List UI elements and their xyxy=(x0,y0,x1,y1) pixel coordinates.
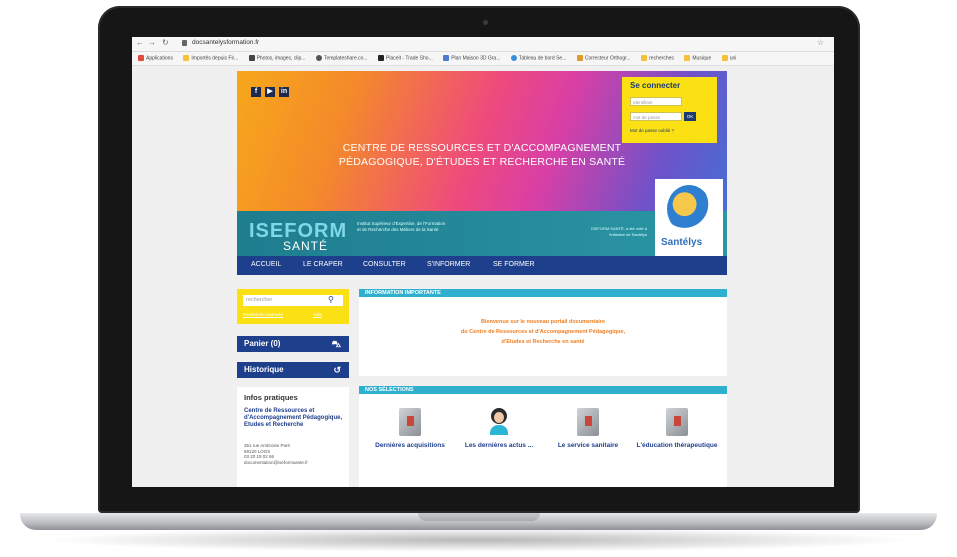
forward-icon[interactable]: → xyxy=(148,38,156,47)
username-field[interactable]: Identifiant xyxy=(630,97,682,106)
panel-heading: INFORMATION IMPORTANTE xyxy=(359,289,727,297)
bookmark-item[interactable]: Musique xyxy=(684,55,711,61)
panel-heading: NOS SÉLECTIONS xyxy=(359,386,727,394)
address: 351 rue Ambroise Paré 59120 LOOS 03 20 1… xyxy=(244,443,344,465)
bookmarks-bar: Applications Importés depuis Fir... Phot… xyxy=(132,52,834,66)
facebook-icon[interactable]: f xyxy=(251,87,261,97)
history-button[interactable]: Historique ↺ xyxy=(237,362,349,378)
selection-item[interactable]: Le service sanitaire xyxy=(543,408,633,450)
book-icon xyxy=(666,408,688,436)
laptop-notch xyxy=(418,513,540,521)
linkedin-icon[interactable]: in xyxy=(279,87,289,97)
person-icon xyxy=(488,408,510,436)
history-icon: ↺ xyxy=(333,365,341,375)
iseform-sante: SANTÉ xyxy=(283,239,329,253)
bookmark-item[interactable]: Tableau de bord Se... xyxy=(510,55,566,61)
forgot-password-link[interactable]: Mot de passe oublié ? xyxy=(630,128,690,134)
web-page: f ▶ in CENTRE DE RESSOURCES ET D'ACCOMPAGN… xyxy=(237,71,727,487)
bookmark-item[interactable]: Correcteur Orthogr... xyxy=(576,55,631,61)
bookmark-item[interactable]: uni xyxy=(721,55,736,61)
santelys-emblem-icon xyxy=(667,185,711,233)
partner-text: ISEFORM SANTÉ, a été créé à l'initiative… xyxy=(590,226,647,237)
search-icon[interactable]: ⚲ xyxy=(328,295,334,304)
menu-s-informer[interactable]: S'INFORMER xyxy=(427,261,470,268)
selection-item[interactable]: L'éducation thérapeutique xyxy=(632,408,722,450)
selections-panel: NOS SÉLECTIONS Dernières acquisitions Le… xyxy=(359,386,727,487)
left-sidebar: rechercher ⚲ Recherche avancée Aide Pani… xyxy=(237,289,349,487)
help-link[interactable]: Aide xyxy=(313,312,322,317)
bookmark-star-icon[interactable]: ☆ xyxy=(817,38,824,47)
reload-icon[interactable]: ↻ xyxy=(162,38,169,47)
social-links: f ▶ in xyxy=(251,80,293,98)
menu-accueil[interactable]: ACCUEIL xyxy=(251,261,281,268)
bookmark-item[interactable]: Plan Maison 3D Gra... xyxy=(443,55,500,61)
org-name: Centre de Ressources et d'Accompagnement… xyxy=(244,408,343,428)
bookmark-item[interactable]: recherches xyxy=(641,55,674,61)
screen: ← → ↻ docsantelysformation.fr ☆ Applicat… xyxy=(132,37,834,487)
welcome-message: Bienvenue sur le nouveau portail documen… xyxy=(460,319,626,345)
bookmark-item[interactable]: Applications xyxy=(138,55,173,61)
infos-title: Infos pratiques xyxy=(244,393,298,402)
email-link[interactable]: documentation@iseformsante.fr xyxy=(244,460,344,466)
cart-button[interactable]: Panier (0) ⛍ xyxy=(237,336,349,352)
login-title: Se connecter xyxy=(630,81,681,90)
important-info-panel: INFORMATION IMPORTANTE Bienvenue sur le … xyxy=(359,289,727,376)
bookmark-item[interactable]: Templateshare.co... xyxy=(315,55,368,61)
selection-item[interactable]: Les dernières actus ... xyxy=(454,408,544,450)
password-field[interactable]: mot de passe xyxy=(630,112,682,121)
book-icon xyxy=(399,408,421,436)
advanced-search-link[interactable]: Recherche avancée xyxy=(243,312,283,317)
url-field[interactable]: docsantelysformation.fr xyxy=(192,39,259,46)
basket-icon: ⛍ xyxy=(331,339,341,349)
hero-banner: f ▶ in CENTRE DE RESSOURCES ET D'ACCOMPAGN… xyxy=(237,71,727,256)
lock-icon xyxy=(182,40,187,46)
webcam xyxy=(483,20,488,25)
santelys-logo[interactable]: Santélys xyxy=(655,179,723,256)
bookmark-item[interactable]: Photos, images, clip... xyxy=(248,55,305,61)
book-icon xyxy=(577,408,599,436)
bookmark-item[interactable]: Placeit - Trade Sho... xyxy=(378,55,433,61)
search-box: rechercher ⚲ Recherche avancée Aide xyxy=(237,289,349,324)
laptop-shadow xyxy=(40,528,917,552)
youtube-icon[interactable]: ▶ xyxy=(265,87,275,97)
address-bar: ← → ↻ docsantelysformation.fr ☆ xyxy=(132,37,834,52)
menu-consulter[interactable]: CONSULTER xyxy=(363,261,406,268)
main-menu: ACCUEIL LE CRAPER CONSULTER S'INFORMER S… xyxy=(237,256,727,275)
menu-se-former[interactable]: SE FORMER xyxy=(493,261,535,268)
login-ok-button[interactable]: OK xyxy=(684,112,696,121)
menu-le-craper[interactable]: LE CRAPER xyxy=(303,261,343,268)
iseform-description: Institut Supérieur d'Expertise, de l'For… xyxy=(357,221,446,232)
login-box: Se connecter Identifiant mot de passe OK… xyxy=(622,77,717,143)
selection-item[interactable]: Dernières acquisitions xyxy=(365,408,455,450)
hero-title: CENTRE DE RESSOURCES ET D'ACCOMPAGNEMENT… xyxy=(338,142,626,168)
back-icon[interactable]: ← xyxy=(136,38,144,47)
practical-info: Infos pratiques Centre de Ressources et … xyxy=(237,387,349,487)
iseform-logo: ISEFORM xyxy=(249,220,348,242)
bookmark-item[interactable]: Importés depuis Fir... xyxy=(183,55,238,61)
